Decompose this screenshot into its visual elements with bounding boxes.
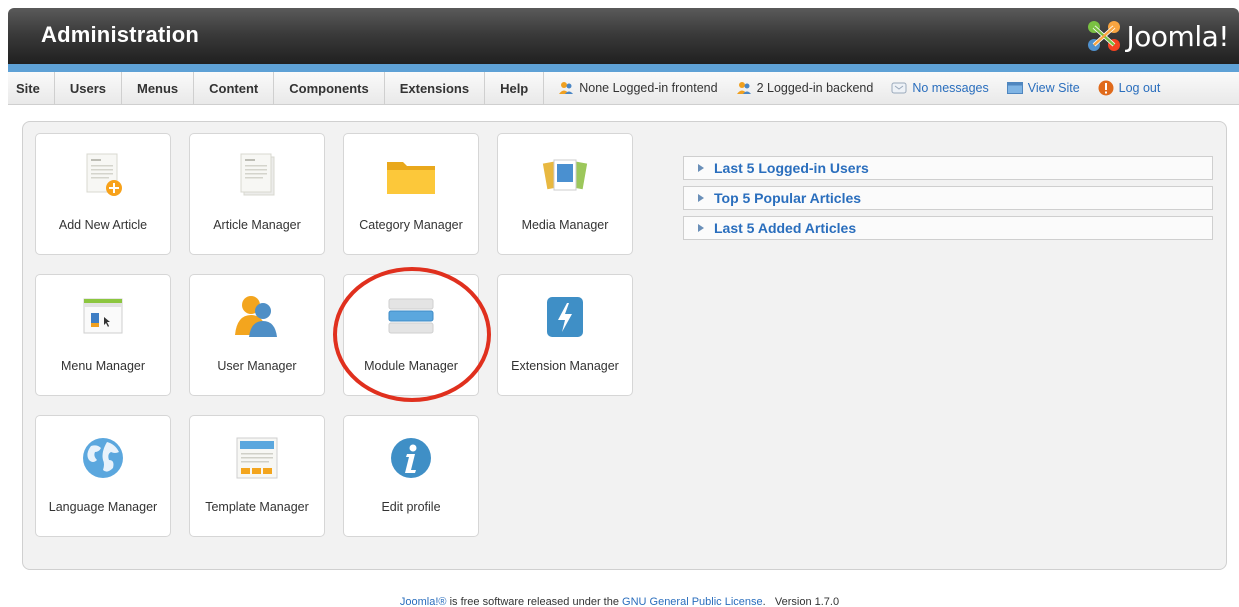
globe-icon: [36, 428, 170, 488]
backend-status-text: 2 Logged-in backend: [756, 81, 874, 95]
monitor-icon: [1006, 82, 1023, 94]
media-icon: [498, 146, 632, 206]
logout-link[interactable]: Log out: [1098, 80, 1161, 96]
quickicon-article-manager[interactable]: Article Manager: [189, 133, 325, 255]
license-link[interactable]: GNU General Public License: [622, 596, 763, 607]
quickicon-user-manager[interactable]: User Manager: [189, 274, 325, 396]
joomla-logo-icon: [1087, 21, 1120, 51]
tile-label: Add New Article: [58, 218, 148, 232]
joomla-link[interactable]: Joomla!®: [400, 596, 447, 607]
tile-label: Edit profile: [381, 500, 441, 514]
accordion-last-added-articles[interactable]: Last 5 Added Articles: [683, 216, 1213, 240]
menu-content[interactable]: Content: [194, 72, 275, 104]
menu-bar: Site Users Menus Content Components Exte…: [8, 72, 1239, 105]
quickicon-extension-manager[interactable]: Extension Manager: [497, 274, 633, 396]
accordion-label: Last 5 Logged-in Users: [714, 160, 869, 176]
menu-extensions[interactable]: Extensions: [385, 72, 486, 104]
tile-label: Language Manager: [48, 500, 158, 514]
footer: Joomla!® is free software released under…: [0, 596, 1239, 607]
expand-arrow-icon: [698, 194, 704, 202]
quickicon-add-new-article[interactable]: Add New Article: [35, 133, 171, 255]
menu-components[interactable]: Components: [274, 72, 385, 104]
module-icon: [344, 287, 478, 347]
expand-arrow-icon: [698, 224, 704, 232]
menu-users[interactable]: Users: [55, 72, 122, 104]
version-text: Version 1.7.0: [774, 596, 840, 607]
footer-text: is free software released under the: [446, 596, 623, 607]
tile-label: Media Manager: [521, 218, 609, 232]
page-title: Administration: [41, 22, 200, 47]
quickicon-edit-profile[interactable]: Edit profile: [343, 415, 479, 537]
quickicon-media-manager[interactable]: Media Manager: [497, 133, 633, 255]
quickicon-category-manager[interactable]: Category Manager: [343, 133, 479, 255]
accordion-panels: Last 5 Logged-in Users Top 5 Popular Art…: [683, 156, 1213, 246]
article-icon: [190, 146, 324, 206]
backend-status: 2 Logged-in backend: [736, 81, 874, 95]
tile-label: Module Manager: [364, 359, 458, 373]
tile-label: User Manager: [217, 359, 297, 373]
folder-icon: [344, 146, 478, 206]
accordion-last-logged-in-users[interactable]: Last 5 Logged-in Users: [683, 156, 1213, 180]
status-area: None Logged-in frontend 2 Logged-in back…: [558, 72, 1160, 104]
header-stripe: [8, 64, 1239, 72]
menu-help[interactable]: Help: [485, 72, 545, 104]
extension-icon: [498, 287, 632, 347]
accordion-label: Last 5 Added Articles: [714, 220, 857, 236]
menu-icon: [36, 287, 170, 347]
user-icon: [736, 82, 751, 94]
footer-period: .: [762, 596, 766, 607]
quickicon-menu-manager[interactable]: Menu Manager: [35, 274, 171, 396]
tile-label: Template Manager: [205, 500, 309, 514]
tile-label: Extension Manager: [511, 359, 619, 373]
frontend-status-text: None Logged-in frontend: [579, 81, 718, 95]
quickicon-template-manager[interactable]: Template Manager: [189, 415, 325, 537]
accordion-label: Top 5 Popular Articles: [714, 190, 862, 206]
messages-link[interactable]: No messages: [891, 81, 989, 95]
view-site-text: View Site: [1027, 81, 1080, 95]
view-site-link[interactable]: View Site: [1006, 81, 1080, 95]
info-icon: [344, 428, 478, 488]
menu-menus[interactable]: Menus: [122, 72, 195, 104]
logout-icon: [1098, 80, 1114, 96]
logout-text: Log out: [1118, 81, 1161, 95]
messages-text: No messages: [912, 81, 989, 95]
tile-label: Article Manager: [213, 218, 301, 232]
add-article-icon: [36, 146, 170, 206]
tile-label: Menu Manager: [60, 359, 146, 373]
user-icon: [559, 82, 574, 94]
template-icon: [190, 428, 324, 488]
header-bar: Administration Joomla!: [8, 8, 1239, 66]
frontend-status: None Logged-in frontend: [558, 81, 718, 95]
joomla-logo[interactable]: Joomla!: [1085, 16, 1230, 56]
message-icon: [891, 82, 907, 94]
expand-arrow-icon: [698, 164, 704, 172]
accordion-top-popular-articles[interactable]: Top 5 Popular Articles: [683, 186, 1213, 210]
tile-label: Category Manager: [359, 218, 463, 232]
logo-text: Joomla!: [1126, 19, 1230, 53]
users-icon: [190, 287, 324, 347]
quickicon-language-manager[interactable]: Language Manager: [35, 415, 171, 537]
quickicon-module-manager[interactable]: Module Manager: [343, 274, 479, 396]
menu-site[interactable]: Site: [8, 72, 55, 104]
